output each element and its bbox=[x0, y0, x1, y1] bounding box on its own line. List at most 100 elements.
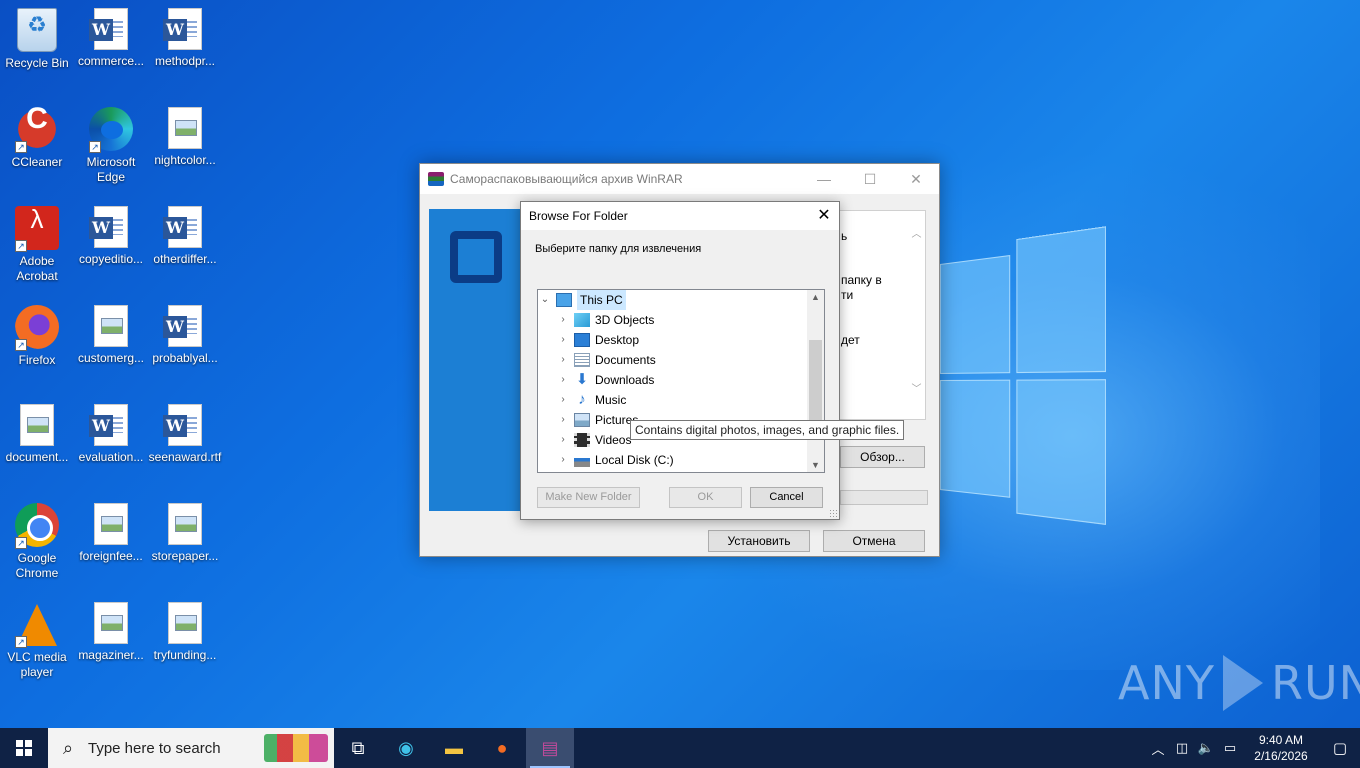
close-button[interactable]: ✕ bbox=[893, 164, 939, 194]
desktop-icon-label: evaluation... bbox=[74, 450, 148, 465]
edge-icon: ↗ bbox=[89, 107, 133, 151]
desktop-icon-storepaper[interactable]: storepaper... bbox=[148, 503, 222, 564]
folder-icon: ▬ bbox=[445, 738, 463, 759]
tree-item-label: Videos bbox=[595, 430, 631, 450]
desktop-icon-copyeditio[interactable]: copyeditio... bbox=[74, 206, 148, 267]
shortcut-arrow-icon: ↗ bbox=[15, 636, 27, 648]
chevron-right-icon[interactable]: › bbox=[556, 410, 570, 430]
cancel-button[interactable]: Cancel bbox=[750, 487, 823, 508]
tree-item-this-pc[interactable]: ⌄ This PC bbox=[538, 290, 626, 310]
desktop-icon-firefox[interactable]: ↗ Firefox bbox=[0, 305, 74, 368]
tree-item-pictures[interactable]: › Pictures bbox=[556, 410, 638, 430]
desktop-icon-label: CCleaner bbox=[0, 155, 74, 170]
image-file-icon bbox=[94, 602, 128, 644]
word-document-icon bbox=[94, 404, 128, 446]
desktop-icon-label: otherdiffer... bbox=[148, 252, 222, 267]
search-placeholder: Type here to search bbox=[88, 740, 221, 757]
chevron-up-icon[interactable]: ︿ bbox=[1146, 739, 1170, 758]
chevron-right-icon[interactable]: › bbox=[556, 430, 570, 450]
pictures-tooltip: Contains digital photos, images, and gra… bbox=[630, 420, 904, 440]
ok-button[interactable]: OK bbox=[669, 487, 742, 508]
desktop-icon-foreignfee[interactable]: foreignfee... bbox=[74, 503, 148, 564]
downloads-icon: ⬇ bbox=[574, 373, 590, 387]
acrobat-icon: ↗ bbox=[15, 206, 59, 250]
desktop-icon-recycle-bin[interactable]: Recycle Bin bbox=[0, 8, 74, 71]
taskbar-firefox[interactable]: ● bbox=[478, 728, 526, 768]
meet-now-icon[interactable]: ◫ bbox=[1170, 740, 1194, 756]
make-new-folder-button[interactable]: Make New Folder bbox=[537, 487, 640, 508]
desktop-icon-seenaward[interactable]: seenaward.rtf bbox=[148, 404, 222, 465]
desktop-icon-edge[interactable]: ↗ Microsoft Edge bbox=[74, 107, 148, 185]
tree-scrollbar[interactable]: ▲ ▼ bbox=[807, 290, 824, 472]
info-text-line: папку в bbox=[841, 273, 882, 287]
desktop-icon-methodpr[interactable]: methodpr... bbox=[148, 8, 222, 69]
install-button[interactable]: Установить bbox=[708, 530, 810, 552]
desktop-icon-label: customerg... bbox=[74, 351, 148, 366]
desktop-icon-ccleaner[interactable]: ↗ CCleaner bbox=[0, 107, 74, 170]
desktop-icon-probablyal[interactable]: probablyal... bbox=[148, 305, 222, 366]
taskbar-search-box[interactable]: ⌕ Type here to search bbox=[48, 728, 334, 768]
watermark-text-left: ANY bbox=[1118, 656, 1215, 710]
scroll-up-icon[interactable]: ▲ bbox=[807, 292, 824, 302]
desktop-icon-commerce[interactable]: commerce... bbox=[74, 8, 148, 69]
clock[interactable]: 9:40 AM 2/16/2026 bbox=[1242, 732, 1320, 764]
network-icon[interactable]: ▭ bbox=[1218, 740, 1242, 756]
desktop-icon-customerg[interactable]: customerg... bbox=[74, 305, 148, 366]
chevron-right-icon[interactable]: › bbox=[556, 370, 570, 390]
tree-item-music[interactable]: › ♪ Music bbox=[556, 390, 626, 410]
chevron-down-icon[interactable]: ⌄ bbox=[538, 290, 552, 310]
volume-icon[interactable]: 🔈 bbox=[1194, 740, 1218, 756]
desktop-icon-label: copyeditio... bbox=[74, 252, 148, 267]
tree-item-documents[interactable]: › Documents bbox=[556, 350, 656, 370]
desktop-icon-magaziner[interactable]: magaziner... bbox=[74, 602, 148, 663]
recycle-bin-icon bbox=[17, 8, 57, 52]
system-tray: ︿ ◫ 🔈 ▭ 9:40 AM 2/16/2026 ▢ bbox=[1146, 728, 1360, 768]
info-scrollbar[interactable]: ︿ ﹀ bbox=[908, 211, 925, 419]
notification-icon[interactable]: ▢ bbox=[1320, 739, 1360, 757]
tree-item-videos[interactable]: › Videos bbox=[556, 430, 631, 450]
tree-item-3d-objects[interactable]: › 3D Objects bbox=[556, 310, 654, 330]
desktop-icon-acrobat[interactable]: ↗ Adobe Acrobat bbox=[0, 206, 74, 284]
taskbar-file-explorer[interactable]: ▬ bbox=[430, 728, 478, 768]
start-button[interactable] bbox=[0, 728, 48, 768]
anyrun-watermark: ANY RUN bbox=[1118, 655, 1360, 711]
tree-item-desktop[interactable]: › Desktop bbox=[556, 330, 639, 350]
tree-item-downloads[interactable]: › ⬇ Downloads bbox=[556, 370, 654, 390]
desktop-icon-chrome[interactable]: ↗ Google Chrome bbox=[0, 503, 74, 581]
scroll-up-icon[interactable]: ︿ bbox=[908, 225, 925, 240]
chevron-right-icon[interactable]: › bbox=[556, 350, 570, 370]
task-view-button[interactable]: ⧉ bbox=[334, 728, 382, 768]
desktop-icon-label: storepaper... bbox=[148, 549, 222, 564]
folder-tree[interactable]: ⌄ This PC › 3D Objects › Desktop › Docum… bbox=[537, 289, 825, 473]
scroll-down-icon[interactable]: ﹀ bbox=[908, 380, 925, 395]
search-highlight-icon bbox=[264, 734, 328, 762]
minimize-button[interactable]: — bbox=[801, 164, 847, 194]
taskbar-winrar[interactable]: ▤ bbox=[526, 728, 574, 768]
desktop-icon-vlc[interactable]: ↗ VLC media player bbox=[0, 602, 74, 680]
close-icon[interactable]: ✕ bbox=[809, 202, 839, 230]
play-logo-icon bbox=[1223, 655, 1263, 711]
chevron-right-icon[interactable]: › bbox=[556, 310, 570, 330]
scroll-down-icon[interactable]: ▼ bbox=[807, 460, 824, 470]
scrollbar-thumb[interactable] bbox=[809, 340, 822, 422]
browse-button[interactable]: Обзор... bbox=[840, 446, 925, 468]
desktop-icon-nightcolor[interactable]: nightcolor... bbox=[148, 107, 222, 168]
chevron-right-icon[interactable]: › bbox=[556, 450, 570, 470]
dialog-title[interactable]: Browse For Folder bbox=[521, 202, 839, 230]
destination-path-field[interactable] bbox=[840, 490, 928, 505]
desktop-icon-evaluation[interactable]: evaluation... bbox=[74, 404, 148, 465]
maximize-button[interactable]: ☐ bbox=[847, 164, 893, 194]
cancel-button[interactable]: Отмена bbox=[823, 530, 925, 552]
shortcut-arrow-icon: ↗ bbox=[15, 240, 27, 252]
tree-item-local-disk[interactable]: › Local Disk (C:) bbox=[556, 450, 674, 470]
resize-grip[interactable] bbox=[829, 509, 837, 517]
desktop-icon-otherdiffer[interactable]: otherdiffer... bbox=[148, 206, 222, 267]
tree-item-label: Local Disk (C:) bbox=[595, 450, 674, 470]
chevron-right-icon[interactable]: › bbox=[556, 390, 570, 410]
chevron-right-icon[interactable]: › bbox=[556, 330, 570, 350]
desktop-icon-label: VLC media player bbox=[0, 650, 74, 680]
desktop-icon-tryfunding[interactable]: tryfunding... bbox=[148, 602, 222, 663]
desktop-icon-document[interactable]: document... bbox=[0, 404, 74, 465]
taskbar-edge[interactable]: ◉ bbox=[382, 728, 430, 768]
word-document-icon bbox=[168, 305, 202, 347]
